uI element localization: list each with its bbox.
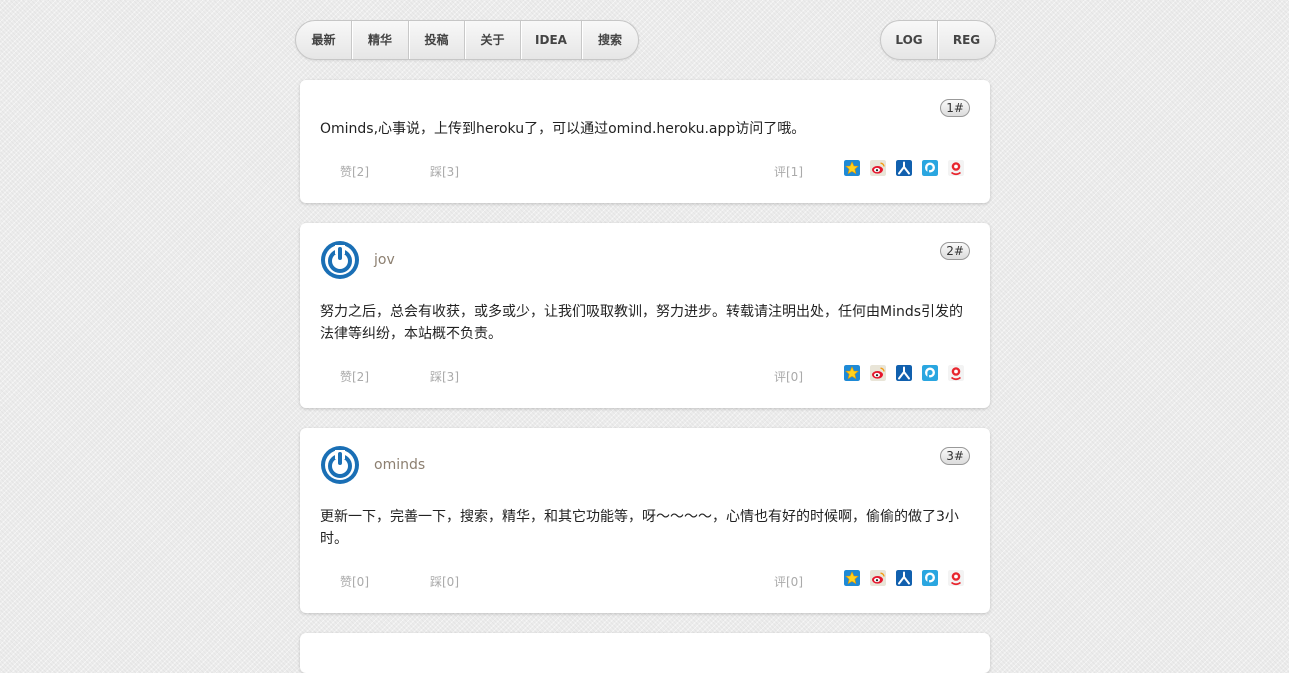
dislike-button[interactable]: 踩[3]: [430, 163, 459, 180]
nav-featured[interactable]: 精华: [352, 21, 409, 59]
dislike-button[interactable]: 踩[0]: [430, 573, 459, 590]
weibo-icon[interactable]: [870, 160, 886, 176]
renren-icon[interactable]: [896, 160, 912, 176]
share-bar: [844, 365, 964, 381]
avatar[interactable]: [320, 445, 360, 485]
qzone-icon[interactable]: [844, 365, 860, 381]
pengyou-icon[interactable]: [922, 570, 938, 586]
nav-submit[interactable]: 投稿: [409, 21, 465, 59]
qzone-icon[interactable]: [844, 160, 860, 176]
comment-button[interactable]: 评[0]: [774, 573, 803, 590]
like-button[interactable]: 赞[0]: [340, 573, 369, 590]
floor-badge: 1#: [940, 99, 970, 117]
content-line: 更新一下，完善一下，搜索，精华，和其它功能等，呀～～～～，心情也有好的时候啊，偷…: [320, 509, 959, 525]
qzone-icon[interactable]: [844, 570, 860, 586]
pengyou-icon[interactable]: [922, 160, 938, 176]
post-card: 1# Ominds,心事说，上传到heroku了，可以通过omind.herok…: [300, 80, 990, 203]
nav-search[interactable]: 搜索: [582, 21, 638, 59]
post-content: 更新一下，完善一下，搜索，精华，和其它功能等，呀～～～～，心情也有好的时候啊，偷…: [320, 506, 970, 550]
like-button[interactable]: 赞[2]: [340, 163, 369, 180]
like-button[interactable]: 赞[2]: [340, 368, 369, 385]
renren-icon[interactable]: [896, 570, 912, 586]
kaixin-icon[interactable]: [948, 160, 964, 176]
nav-idea[interactable]: IDEA: [521, 21, 582, 59]
kaixin-icon[interactable]: [948, 365, 964, 381]
main-nav: 最新 精华 投稿 关于 IDEA 搜索: [295, 20, 639, 60]
share-bar: [844, 570, 964, 586]
share-bar: [844, 160, 964, 176]
post-card: [300, 633, 990, 673]
content-line: 时。: [320, 531, 348, 547]
dislike-button[interactable]: 踩[3]: [430, 368, 459, 385]
login-button[interactable]: LOG: [881, 21, 938, 59]
avatar[interactable]: [320, 240, 360, 280]
kaixin-icon[interactable]: [948, 570, 964, 586]
post-content: 努力之后，总会有收获，或多或少，让我们吸取教训，努力进步。转载请注明出处，任何由…: [320, 301, 970, 345]
post-content: Ominds,心事说，上传到heroku了，可以通过omind.heroku.a…: [320, 121, 806, 137]
username[interactable]: ominds: [374, 457, 425, 473]
nav-about[interactable]: 关于: [465, 21, 521, 59]
register-button[interactable]: REG: [938, 21, 995, 59]
comment-button[interactable]: 评[1]: [774, 163, 803, 180]
content-line: 法律等纠纷，本站概不负责。: [320, 326, 502, 342]
content-line: 努力之后，总会有收获，或多或少，让我们吸取教训，努力进步。转载请注明出处，任何由…: [320, 304, 964, 320]
weibo-icon[interactable]: [870, 365, 886, 381]
post-card: 3# ominds 更新一下，完善一下，搜索，精华，和其它功能等，呀～～～～，心…: [300, 428, 990, 613]
post-card: 2# jov 努力之后，总会有收获，或多或少，让我们吸取教训，努力进步。转载请注…: [300, 223, 990, 408]
pengyou-icon[interactable]: [922, 365, 938, 381]
nav-latest[interactable]: 最新: [296, 21, 352, 59]
auth-nav: LOG REG: [880, 20, 996, 60]
comment-button[interactable]: 评[0]: [774, 368, 803, 385]
weibo-icon[interactable]: [870, 570, 886, 586]
renren-icon[interactable]: [896, 365, 912, 381]
floor-badge: 2#: [940, 242, 970, 260]
username[interactable]: jov: [374, 252, 395, 268]
floor-badge: 3#: [940, 447, 970, 465]
